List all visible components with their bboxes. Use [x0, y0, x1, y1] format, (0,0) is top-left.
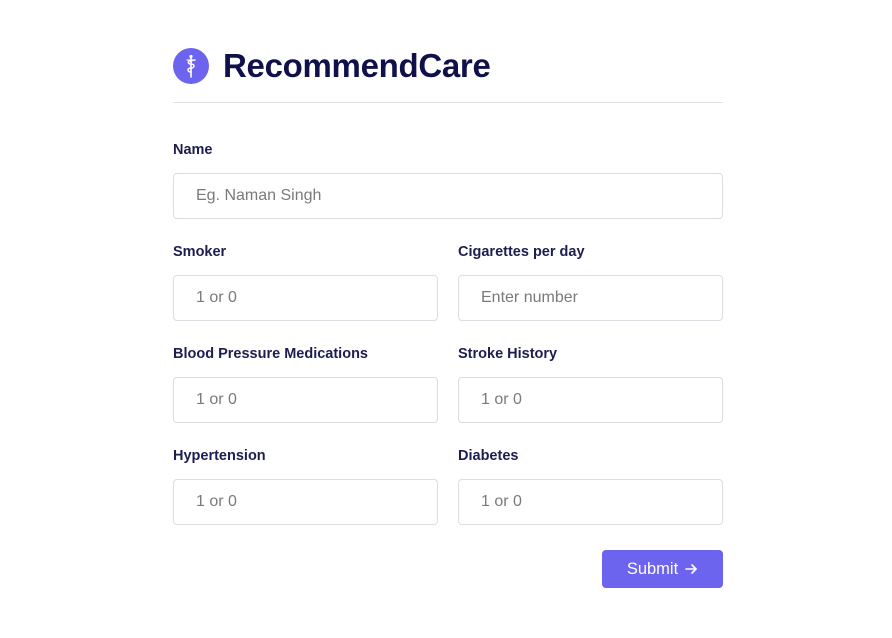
- form-row-smoking: Smoker Cigarettes per day: [173, 243, 723, 321]
- bp-meds-input[interactable]: [173, 377, 438, 423]
- name-label: Name: [173, 142, 213, 158]
- name-field-group: Name: [173, 141, 723, 219]
- hypertension-input[interactable]: [173, 479, 438, 525]
- app-title: RecommendCare: [223, 47, 491, 84]
- hypertension-field-group: Hypertension: [173, 447, 438, 525]
- diabetes-label: Diabetes: [458, 448, 519, 464]
- hypertension-label: Hypertension: [173, 448, 266, 464]
- smoker-field-group: Smoker: [173, 243, 438, 321]
- arrow-right-icon: [684, 562, 698, 576]
- form-row-conditions: Hypertension Diabetes: [173, 447, 723, 525]
- smoker-input[interactable]: [173, 275, 438, 321]
- form-actions: Submit: [173, 550, 723, 588]
- caduceus-icon: [173, 48, 209, 84]
- cigarettes-input[interactable]: [458, 275, 723, 321]
- recommendcare-form-card: RecommendCare Name Smoker Cigarettes per…: [173, 44, 723, 588]
- diabetes-input[interactable]: [458, 479, 723, 525]
- cigarettes-field-group: Cigarettes per day: [458, 243, 723, 321]
- name-input[interactable]: [173, 173, 723, 219]
- form-row-history: Blood Pressure Medications Stroke Histor…: [173, 345, 723, 423]
- stroke-field-group: Stroke History: [458, 345, 723, 423]
- bp-meds-label: Blood Pressure Medications: [173, 346, 368, 362]
- header-divider: [173, 102, 723, 103]
- brand-header: RecommendCare: [173, 44, 723, 88]
- submit-button[interactable]: Submit: [602, 550, 723, 588]
- bp-meds-field-group: Blood Pressure Medications: [173, 345, 438, 423]
- smoker-label: Smoker: [173, 244, 227, 260]
- cigarettes-label: Cigarettes per day: [458, 244, 585, 260]
- diabetes-field-group: Diabetes: [458, 447, 723, 525]
- submit-label: Submit: [626, 559, 679, 578]
- stroke-input[interactable]: [458, 377, 723, 423]
- stroke-label: Stroke History: [458, 346, 558, 362]
